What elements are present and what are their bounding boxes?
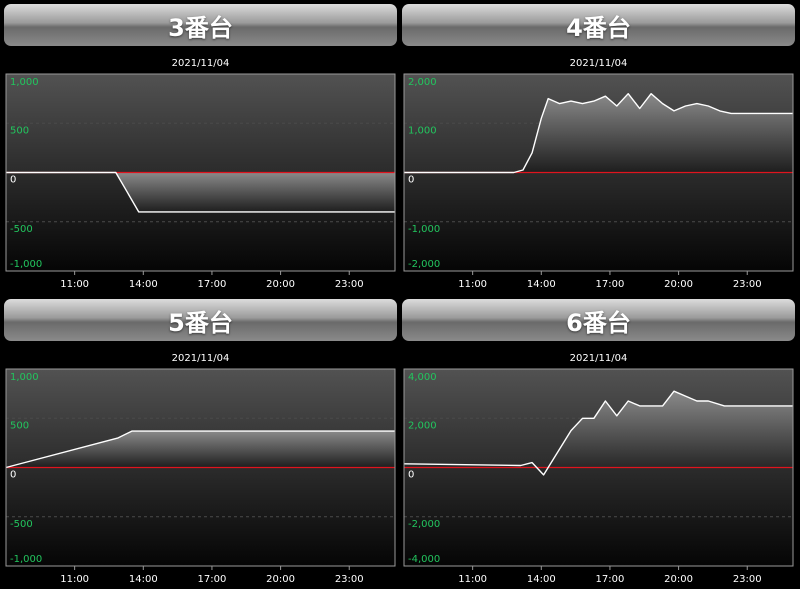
y-tick-label: -500 — [10, 519, 33, 530]
y-tick-label: 0 — [408, 470, 414, 481]
y-tick-label: 2,000 — [408, 77, 437, 88]
y-tick-label: 4,000 — [408, 372, 437, 383]
panel-6: 6番台 2021/11/04 4,000 2,000 0 -2,000 -4,000 11:… — [402, 299, 795, 589]
y-tick-label: 0 — [10, 175, 16, 186]
y-tick-label: 500 — [10, 125, 29, 136]
y-tick-label: -2,000 — [408, 519, 440, 530]
x-tick-label: 14:00 — [527, 574, 556, 585]
x-tick-label: 23:00 — [733, 574, 762, 585]
x-tick-label: 14:00 — [527, 279, 556, 290]
x-tick-label: 23:00 — [335, 279, 364, 290]
y-tick-label: -4,000 — [408, 554, 440, 565]
y-tick-label: 0 — [10, 470, 16, 481]
panel-title: 4番台 — [402, 4, 795, 46]
panel-title: 5番台 — [4, 299, 397, 341]
y-tick-label: 1,000 — [10, 372, 39, 383]
panel-3: 3番台 2021/11/04 1,000 500 0 -500 -1,000 11:00 14… — [4, 4, 397, 294]
x-tick-label: 11:00 — [458, 279, 487, 290]
y-tick-label: -1,000 — [10, 259, 42, 270]
x-tick-label: 14:00 — [129, 574, 158, 585]
chart-date-title: 2021/11/04 — [570, 353, 628, 364]
panel-title: 6番台 — [402, 299, 795, 341]
profit-chart-3: 2021/11/04 1,000 500 0 -500 -1,000 11:00 14:00 1… — [5, 58, 396, 290]
x-tick-label: 11:00 — [60, 574, 89, 585]
chart-date-title: 2021/11/04 — [172, 353, 230, 364]
profit-chart-5: 2021/11/04 1,000 500 0 -500 -1,000 11:00 14:00 1… — [5, 353, 396, 585]
y-tick-label: -500 — [10, 224, 33, 235]
x-tick-label: 14:00 — [129, 279, 158, 290]
x-tick-label: 20:00 — [664, 574, 693, 585]
y-tick-label: 2,000 — [408, 420, 437, 431]
x-tick-label: 17:00 — [198, 279, 227, 290]
y-tick-label: 0 — [408, 175, 414, 186]
y-tick-label: -2,000 — [408, 259, 440, 270]
y-tick-label: 1,000 — [10, 77, 39, 88]
chart-date-title: 2021/11/04 — [172, 58, 230, 69]
y-tick-label: 500 — [10, 420, 29, 431]
x-tick-label: 17:00 — [596, 574, 625, 585]
x-tick-label: 11:00 — [458, 574, 487, 585]
x-tick-label: 20:00 — [266, 574, 295, 585]
profit-chart-6: 2021/11/04 4,000 2,000 0 -2,000 -4,000 11:00 14… — [403, 353, 794, 585]
panel-title: 3番台 — [4, 4, 397, 46]
y-tick-label: -1,000 — [408, 224, 440, 235]
y-tick-label: 1,000 — [408, 125, 437, 136]
x-tick-label: 20:00 — [266, 279, 295, 290]
profit-chart-4: 2021/11/04 2,000 1,000 0 -1,000 -2,000 11:00 14… — [403, 58, 794, 290]
x-tick-label: 17:00 — [198, 574, 227, 585]
chart-date-title: 2021/11/04 — [570, 58, 628, 69]
y-tick-label: -1,000 — [10, 554, 42, 565]
x-tick-label: 11:00 — [60, 279, 89, 290]
x-tick-label: 20:00 — [664, 279, 693, 290]
x-tick-label: 23:00 — [335, 574, 364, 585]
panel-4: 4番台 2021/11/04 2,000 1,000 0 -1,000 -2,000 11:… — [402, 4, 795, 294]
panel-5: 5番台 2021/11/04 1,000 500 0 -500 -1,000 11:00 14… — [4, 299, 397, 589]
x-tick-label: 17:00 — [596, 279, 625, 290]
x-tick-label: 23:00 — [733, 279, 762, 290]
